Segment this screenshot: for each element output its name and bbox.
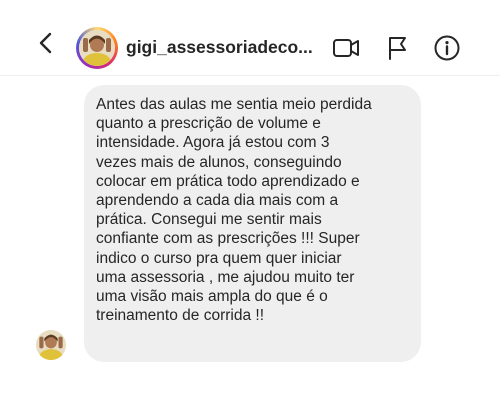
video-call-button[interactable] bbox=[332, 34, 360, 62]
avatar-image bbox=[79, 30, 115, 66]
message-text-line: intensidade. Agora já estou com 3 bbox=[96, 134, 330, 152]
chat-username[interactable]: gigi_assessoriadeco... bbox=[126, 37, 313, 58]
message-text-line: treinamento de corrida !! bbox=[96, 307, 265, 325]
message-text-line: Antes das aulas me sentia meio perdida bbox=[96, 96, 372, 113]
info-icon bbox=[434, 35, 460, 61]
sender-avatar[interactable] bbox=[36, 330, 66, 360]
message-text-line: prática. Consegui me sentir mais bbox=[96, 211, 322, 229]
message-text-line: aprendendo a cada dia mais com a bbox=[96, 192, 339, 210]
chevron-left-icon bbox=[39, 32, 52, 54]
flag-icon bbox=[389, 37, 406, 60]
profile-avatar[interactable] bbox=[76, 27, 118, 69]
message-text-line: confiante com as prescrições !!! Super bbox=[96, 230, 360, 248]
video-camera-icon bbox=[333, 39, 359, 57]
chat-header: gigi_assessoriadeco... bbox=[0, 0, 500, 76]
message-text-line: uma assessoria , me ajudou muito ter bbox=[96, 268, 355, 286]
message-text-line: quanto a prescrição de volume e bbox=[96, 115, 321, 133]
info-button[interactable] bbox=[433, 34, 461, 62]
message-text-line: indico o curso pra quem quer iniciar bbox=[96, 249, 342, 267]
message-text-line: colocar em prática todo aprendizado e bbox=[96, 172, 360, 190]
sender-avatar-image bbox=[36, 330, 66, 360]
message-text-line: vezes mais de alunos, conseguindo bbox=[96, 153, 342, 171]
message-bubble[interactable]: Antes das aulas me sentia meio perdida q… bbox=[84, 85, 421, 362]
message-text-line: uma visão mais ampla do que é o bbox=[96, 288, 328, 306]
report-button[interactable] bbox=[384, 34, 412, 62]
back-button[interactable] bbox=[34, 31, 58, 55]
